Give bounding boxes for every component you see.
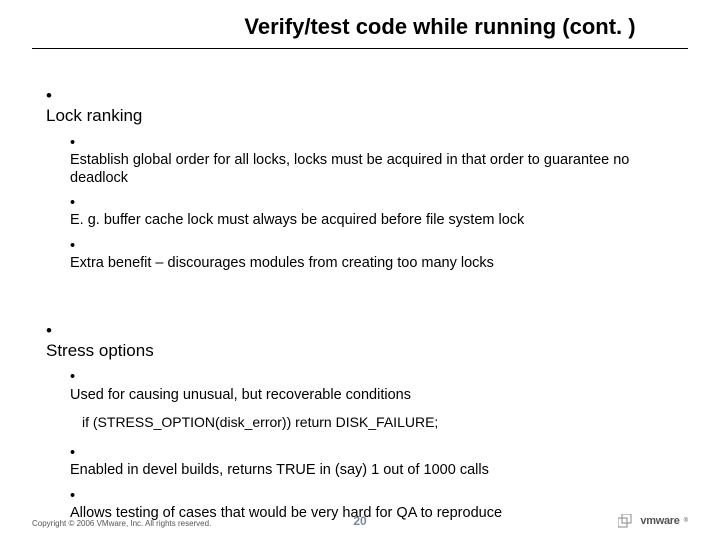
footer: Copyright © 2006 VMware, Inc. All rights… <box>0 512 720 530</box>
page-number: 20 <box>353 514 366 528</box>
sub-bullet: • Establish global order for all locks, … <box>70 135 680 187</box>
vmware-logo: vmware ® <box>618 514 688 528</box>
bullet-icon: • <box>70 369 82 386</box>
code-example: if (STRESS_OPTION(disk_error)) return DI… <box>82 414 680 431</box>
sub-bullet: • Used for causing unusual, but recovera… <box>70 369 680 404</box>
bullet-lock-ranking: • Lock ranking <box>46 86 680 127</box>
bullet-text: Extra benefit – discourages modules from… <box>70 255 666 272</box>
registered-icon: ® <box>684 518 688 524</box>
bullet-stress-options: • Stress options <box>46 321 680 362</box>
bullet-icon: • <box>46 321 58 341</box>
bullet-text: Used for causing unusual, but recoverabl… <box>70 387 666 404</box>
bullet-text: Establish global order for all locks, lo… <box>70 152 666 187</box>
slide-content: • Lock ranking • Establish global order … <box>46 72 680 526</box>
vmware-logo-text: vmware <box>640 515 679 527</box>
bullet-icon: • <box>70 135 82 152</box>
bullet-text: E. g. buffer cache lock must always be a… <box>70 212 666 229</box>
title-rule <box>32 48 688 49</box>
bullet-text: Lock ranking <box>46 106 666 126</box>
sub-bullet: • Extra benefit – discourages modules fr… <box>70 238 680 273</box>
slide-title: Verify/test code while running (cont. ) <box>0 14 720 40</box>
vmware-boxes-icon <box>618 514 636 528</box>
bullet-icon: • <box>70 195 82 212</box>
bullet-icon: • <box>46 86 58 106</box>
bullet-text: Enabled in devel builds, returns TRUE in… <box>70 462 666 479</box>
bullet-icon: • <box>70 445 82 462</box>
bullet-icon: • <box>70 488 82 505</box>
sub-bullet: • Enabled in devel builds, returns TRUE … <box>70 445 680 480</box>
bullet-text: Stress options <box>46 341 666 361</box>
copyright-text: Copyright © 2006 VMware, Inc. All rights… <box>32 519 211 528</box>
bullet-icon: • <box>70 238 82 255</box>
sub-bullet: • E. g. buffer cache lock must always be… <box>70 195 680 230</box>
